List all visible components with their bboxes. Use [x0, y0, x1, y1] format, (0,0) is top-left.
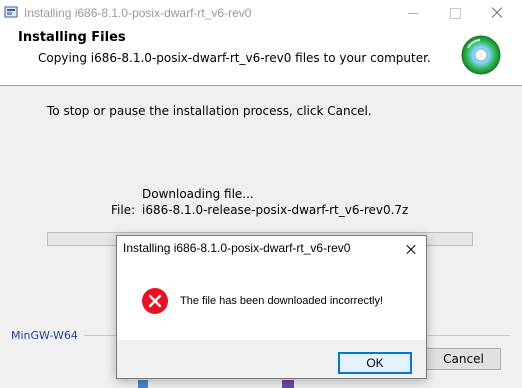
- cancel-instruction: To stop or pause the installation proces…: [47, 104, 372, 118]
- dialog-message: The file has been downloaded incorrectly…: [180, 295, 384, 307]
- header-title: Installing Files: [18, 30, 126, 45]
- header-subtitle: Copying i686-8.1.0-posix-dwarf-rt_v6-rev…: [38, 51, 431, 65]
- minimize-button[interactable]: [396, 0, 430, 26]
- maximize-button[interactable]: [438, 0, 472, 26]
- dialog-close-button[interactable]: [397, 238, 425, 260]
- dialog-footer: OK: [117, 340, 426, 378]
- background-icon: [138, 380, 148, 388]
- error-icon: [142, 288, 168, 314]
- file-label: File:: [111, 203, 136, 217]
- brand-label: MinGW-W64: [11, 329, 78, 342]
- title-bar: Installing i686-8.1.0-posix-dwarf-rt_v6-…: [0, 0, 522, 26]
- installer-icon: [4, 6, 18, 18]
- dialog-title: Installing i686-8.1.0-posix-dwarf-rt_v6-…: [123, 241, 351, 255]
- header-panel: Installing Files Copying i686-8.1.0-posi…: [0, 26, 522, 86]
- ok-button[interactable]: OK: [338, 352, 412, 374]
- download-status: Downloading file...: [142, 187, 254, 201]
- file-name: i686-8.1.0-release-posix-dwarf-rt_v6-rev…: [142, 203, 409, 217]
- background-icon: [282, 380, 294, 388]
- error-dialog: Installing i686-8.1.0-posix-dwarf-rt_v6-…: [116, 235, 427, 379]
- close-button[interactable]: [480, 0, 514, 26]
- background-window-fragment: [120, 378, 420, 388]
- window-title: Installing i686-8.1.0-posix-dwarf-rt_v6-…: [24, 6, 252, 20]
- cd-icon: [461, 35, 501, 75]
- cancel-button[interactable]: Cancel: [426, 348, 501, 370]
